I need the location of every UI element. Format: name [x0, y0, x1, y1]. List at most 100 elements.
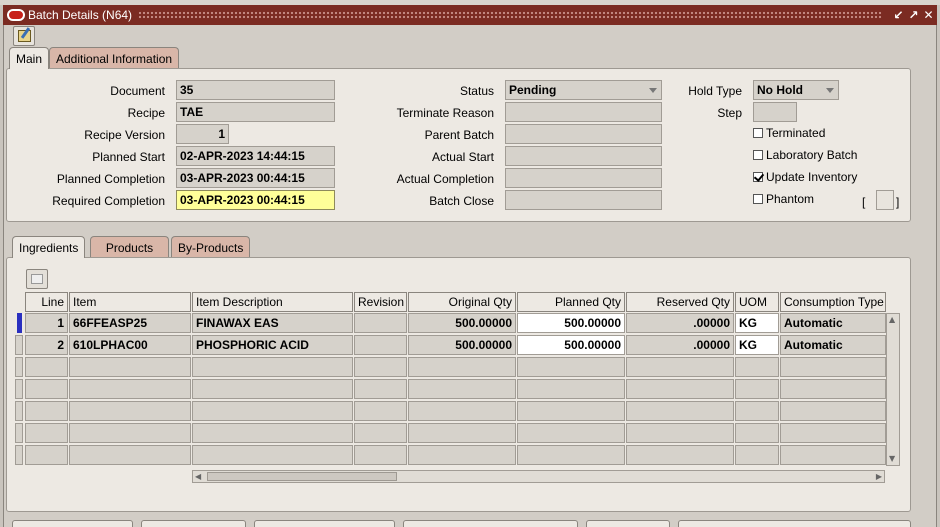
cell-consumption-type[interactable] — [780, 423, 886, 443]
cell-line[interactable] — [25, 401, 68, 421]
terminate-reason-field[interactable] — [505, 102, 662, 122]
cell-revision[interactable] — [354, 445, 407, 465]
planned-start-field[interactable]: 02-APR-2023 14:44:15 — [176, 146, 335, 166]
bottom-button-3[interactable] — [254, 520, 395, 527]
hold-type-select[interactable]: No Hold — [753, 80, 839, 100]
cell-item[interactable] — [69, 423, 191, 443]
cell-description[interactable] — [192, 445, 353, 465]
cell-item[interactable] — [69, 357, 191, 377]
cell-uom[interactable] — [735, 445, 779, 465]
cell-item[interactable]: 66FFEASP25 — [69, 313, 191, 333]
row-indicator[interactable] — [15, 335, 23, 355]
recipe-version-field[interactable]: 1 — [176, 124, 229, 144]
cell-description[interactable]: FINAWAX EAS — [192, 313, 353, 333]
cell-revision[interactable] — [354, 423, 407, 443]
document-field[interactable]: 35 — [176, 80, 335, 100]
cell-uom[interactable]: KG — [735, 335, 779, 355]
cell-line[interactable] — [25, 423, 68, 443]
cell-reserved-qty[interactable] — [626, 423, 734, 443]
cell-reserved-qty[interactable]: .00000 — [626, 335, 734, 355]
tab-main[interactable]: Main — [9, 47, 50, 69]
cell-original-qty[interactable] — [408, 445, 516, 465]
cell-description[interactable]: PHOSPHORIC ACID — [192, 335, 353, 355]
cell-revision[interactable] — [354, 357, 407, 377]
vertical-scrollbar[interactable]: ▲ ▼ — [886, 313, 900, 466]
descriptive-flexfield[interactable] — [876, 190, 894, 210]
horizontal-scroll-thumb[interactable] — [207, 472, 397, 481]
step-field[interactable] — [753, 102, 797, 122]
scroll-right-icon[interactable]: ▶ — [876, 472, 882, 482]
cell-item[interactable]: 610LPHAC00 — [69, 335, 191, 355]
cell-planned-qty[interactable] — [517, 357, 625, 377]
cell-line[interactable] — [25, 357, 68, 377]
actual-completion-field[interactable] — [505, 168, 662, 188]
phantom-checkbox[interactable]: Phantom — [753, 192, 814, 206]
cell-consumption-type[interactable] — [780, 445, 886, 465]
cell-consumption-type[interactable]: Automatic — [780, 335, 886, 355]
cell-original-qty[interactable]: 500.00000 — [408, 313, 516, 333]
planned-completion-field[interactable]: 03-APR-2023 00:44:15 — [176, 168, 335, 188]
required-completion-field[interactable]: 03-APR-2023 00:44:15 — [176, 190, 335, 210]
cell-revision[interactable] — [354, 335, 407, 355]
update-inventory-checkbox[interactable]: Update Inventory — [753, 170, 857, 184]
scroll-down-icon[interactable]: ▼ — [889, 454, 895, 464]
batch-close-field[interactable] — [505, 190, 662, 210]
cell-item[interactable] — [69, 401, 191, 421]
cell-uom[interactable] — [735, 379, 779, 399]
cell-original-qty[interactable] — [408, 423, 516, 443]
parent-batch-field[interactable] — [505, 124, 662, 144]
row-indicator[interactable] — [15, 357, 23, 377]
cell-reserved-qty[interactable]: .00000 — [626, 313, 734, 333]
tab-products[interactable]: Products — [90, 236, 169, 258]
cell-revision[interactable] — [354, 379, 407, 399]
attachment-button[interactable] — [26, 269, 48, 289]
bottom-button-5[interactable] — [586, 520, 670, 527]
cell-consumption-type[interactable] — [780, 357, 886, 377]
cell-planned-qty[interactable] — [517, 379, 625, 399]
laboratory-batch-box[interactable] — [753, 150, 763, 160]
cell-line[interactable] — [25, 379, 68, 399]
actual-start-field[interactable] — [505, 146, 662, 166]
row-indicator[interactable] — [15, 401, 23, 421]
cell-planned-qty[interactable]: 500.00000 — [517, 313, 625, 333]
horizontal-scrollbar[interactable]: ◀ ▶ — [192, 470, 885, 483]
row-indicator[interactable] — [15, 379, 23, 399]
cell-original-qty[interactable]: 500.00000 — [408, 335, 516, 355]
scroll-up-icon[interactable]: ▲ — [889, 315, 895, 325]
cell-line[interactable] — [25, 445, 68, 465]
status-select[interactable]: Pending — [505, 80, 662, 100]
update-inventory-box[interactable] — [753, 172, 763, 182]
maximize-icon[interactable]: ↗ — [907, 8, 920, 22]
cell-planned-qty[interactable]: 500.00000 — [517, 335, 625, 355]
cell-revision[interactable] — [354, 401, 407, 421]
cell-original-qty[interactable] — [408, 401, 516, 421]
cell-original-qty[interactable] — [408, 379, 516, 399]
tab-additional-information[interactable]: Additional Information — [49, 47, 180, 69]
cell-consumption-type[interactable] — [780, 401, 886, 421]
cell-description[interactable] — [192, 423, 353, 443]
cell-uom[interactable]: KG — [735, 313, 779, 333]
cell-description[interactable] — [192, 401, 353, 421]
cell-reserved-qty[interactable] — [626, 379, 734, 399]
minimize-icon[interactable]: ↙ — [892, 8, 905, 22]
cell-consumption-type[interactable] — [780, 379, 886, 399]
tab-by-products[interactable]: By-Products — [171, 236, 251, 258]
cell-description[interactable] — [192, 379, 353, 399]
row-indicator[interactable] — [15, 445, 23, 465]
tab-ingredients[interactable]: Ingredients — [12, 236, 86, 258]
laboratory-batch-checkbox[interactable]: Laboratory Batch — [753, 148, 857, 162]
terminated-box[interactable] — [753, 128, 763, 138]
row-indicator[interactable] — [15, 423, 23, 443]
bottom-button-4[interactable] — [403, 520, 578, 527]
cell-item[interactable] — [69, 379, 191, 399]
bottom-button-1[interactable] — [12, 520, 133, 527]
recipe-field[interactable]: TAE — [176, 102, 335, 122]
cell-uom[interactable] — [735, 357, 779, 377]
phantom-box[interactable] — [753, 194, 763, 204]
close-icon[interactable]: ✕ — [922, 8, 935, 22]
cell-reserved-qty[interactable] — [626, 445, 734, 465]
cell-revision[interactable] — [354, 313, 407, 333]
cell-item[interactable] — [69, 445, 191, 465]
cell-uom[interactable] — [735, 401, 779, 421]
cell-line[interactable]: 1 — [25, 313, 68, 333]
